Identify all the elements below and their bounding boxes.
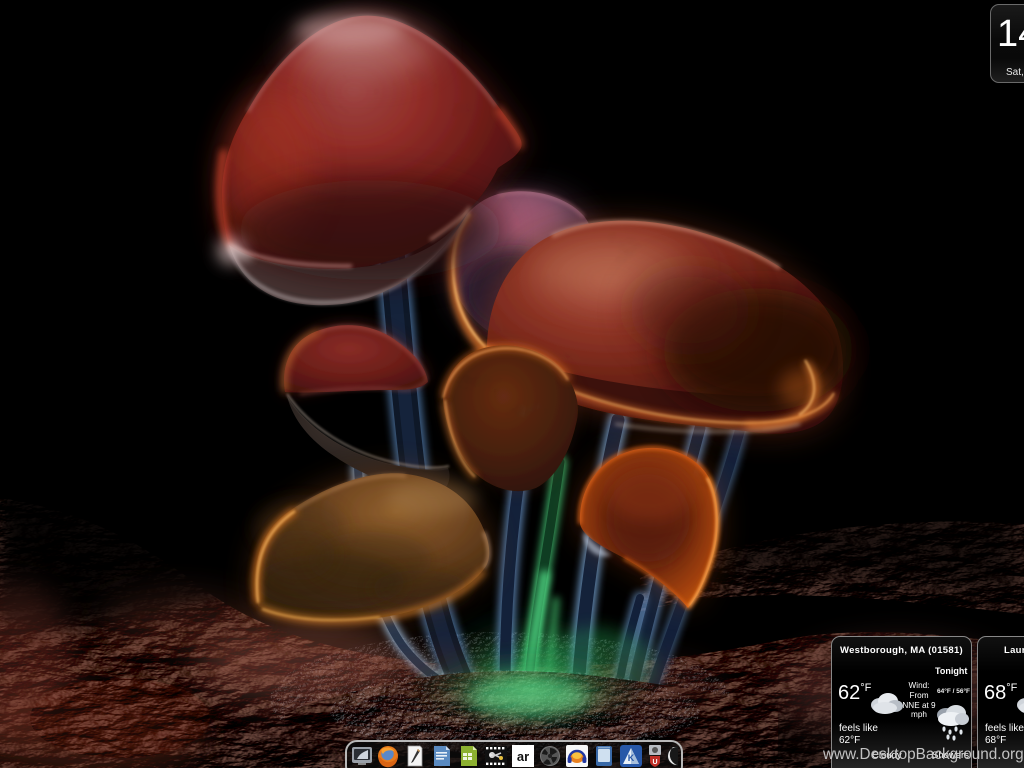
svg-text:U: U bbox=[652, 759, 657, 766]
svg-text:K: K bbox=[628, 753, 635, 763]
svg-text:ar: ar bbox=[517, 749, 529, 764]
